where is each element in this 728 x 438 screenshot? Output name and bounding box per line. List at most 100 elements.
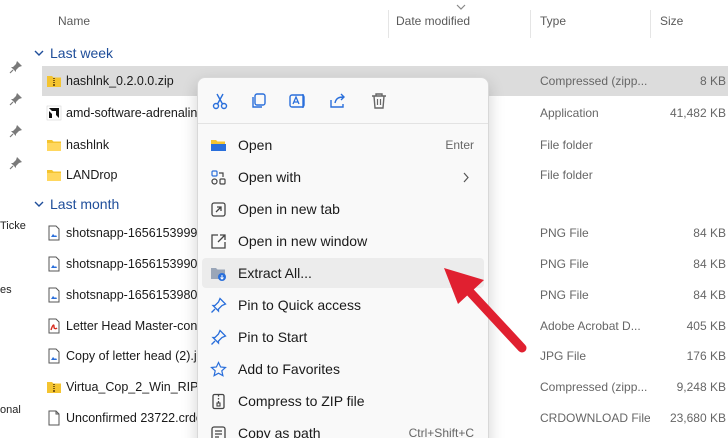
group-label: Last month (50, 196, 120, 212)
folder-icon (47, 170, 61, 181)
zip-icon (212, 393, 225, 410)
menu-item-label: Open (238, 137, 273, 153)
copy-icon[interactable] (249, 91, 269, 111)
group-header-last-month[interactable]: Last month (34, 193, 119, 215)
file-type: Compressed (zipp... (540, 74, 648, 88)
chevron-down-icon (34, 201, 44, 207)
file-type: File folder (540, 168, 593, 182)
menu-item-label: Open with (238, 169, 302, 185)
menu-item-label: Open in new tab (238, 201, 340, 217)
zip-folder-icon (47, 382, 61, 393)
zip-folder-icon (47, 76, 61, 87)
menu-item-label: Open in new window (238, 233, 368, 249)
file-type: Compressed (zipp... (540, 380, 648, 394)
file-name: shotsnapp-1656153999.9 (66, 226, 206, 240)
chevron-right-icon (463, 172, 469, 183)
menu-item-copy-path[interactable]: Copy as path Ctrl+Shift+C (202, 418, 484, 438)
pin-icon[interactable] (9, 92, 23, 106)
file-size: 84 KB (693, 257, 726, 271)
menu-item-compress-zip[interactable]: Compress to ZIP file (202, 386, 484, 416)
nav-item-label[interactable]: es (0, 284, 12, 296)
column-type[interactable]: Type (540, 14, 566, 28)
extract-icon (211, 268, 226, 281)
file-type: PNG File (540, 226, 589, 240)
new-window-icon (211, 234, 226, 249)
image-file-icon (48, 348, 60, 364)
column-size[interactable]: Size (660, 14, 683, 28)
file-name: Virtua_Cop_2_Win_RIP_E (66, 380, 206, 394)
group-header-last-week[interactable]: Last week (34, 42, 113, 64)
file-name: Copy of letter head (2).jp (66, 349, 204, 363)
column-date-modified[interactable]: Date modified (396, 14, 470, 28)
column-header: Name Date modified Type Size (32, 0, 728, 40)
column-name[interactable]: Name (58, 14, 90, 28)
pin-icon[interactable] (9, 124, 23, 138)
file-name: hashlnk_0.2.0.0.zip (66, 74, 174, 88)
file-type: Adobe Acrobat D... (540, 319, 641, 333)
amd-app-icon (46, 105, 62, 121)
menu-item-label: Extract All... (238, 265, 312, 281)
delete-icon[interactable] (369, 91, 389, 111)
folder-icon (47, 140, 61, 151)
file-name: Letter Head Master-conv (66, 319, 204, 333)
menu-item-label: Pin to Start (238, 329, 308, 345)
rename-icon[interactable] (288, 91, 308, 111)
copy-path-icon (211, 426, 226, 438)
menu-item-label: Pin to Quick access (238, 297, 361, 313)
generic-file-icon (48, 410, 60, 426)
sort-chevron-icon (456, 4, 466, 10)
pin-icon[interactable] (9, 156, 23, 170)
nav-item-label[interactable]: Ticke (0, 220, 26, 232)
file-name: Unconfirmed 23722.crdo (66, 411, 203, 425)
menu-item-open-with[interactable]: Open with (202, 162, 484, 192)
file-name: shotsnapp-1656153980.5 (66, 288, 206, 302)
annotation-arrow-icon (444, 268, 527, 353)
cut-icon[interactable] (210, 91, 230, 111)
image-file-icon (48, 256, 60, 272)
menu-item-label: Compress to ZIP file (238, 393, 365, 409)
pin-icon[interactable] (9, 60, 23, 74)
menu-item-label: Copy as path (238, 425, 321, 438)
pin-icon (211, 297, 227, 313)
image-file-icon (48, 287, 60, 303)
pdf-file-icon (48, 318, 60, 334)
file-name: LANDrop (66, 168, 118, 182)
menu-item-open[interactable]: Open Enter (202, 130, 484, 160)
context-menu-toolbar (198, 78, 488, 124)
file-type: PNG File (540, 288, 589, 302)
file-type: JPG File (540, 349, 587, 363)
menu-item-shortcut: Enter (445, 138, 474, 152)
open-folder-icon (211, 140, 226, 151)
menu-item-open-new-window[interactable]: Open in new window (202, 226, 484, 256)
file-type: PNG File (540, 257, 589, 271)
file-size: 8 KB (699, 74, 726, 88)
file-size: 84 KB (693, 288, 726, 302)
new-tab-icon (211, 202, 226, 217)
navigation-pane: Ticke es onal (0, 0, 32, 438)
file-name: hashlnk (66, 138, 110, 152)
context-menu: Open Enter Open with Open in new tab Ope… (197, 77, 489, 438)
file-size: 84 KB (693, 226, 726, 240)
file-type: CRDOWNLOAD File (540, 411, 650, 425)
star-icon (210, 361, 227, 377)
column-divider[interactable] (650, 10, 651, 38)
menu-item-label: Add to Favorites (238, 361, 340, 377)
file-type: Application (540, 106, 599, 120)
menu-item-open-new-tab[interactable]: Open in new tab (202, 194, 484, 224)
open-with-icon (211, 170, 226, 185)
file-size: 9,248 KB (676, 380, 726, 394)
pin-icon (211, 329, 227, 345)
file-size: 405 KB (686, 319, 726, 333)
menu-item-shortcut: Ctrl+Shift+C (408, 426, 474, 438)
share-icon[interactable] (328, 91, 348, 111)
column-divider[interactable] (530, 10, 531, 38)
nav-item-label[interactable]: onal (0, 404, 21, 416)
file-name: shotsnapp-1656153990.7 (66, 257, 206, 271)
group-label: Last week (50, 45, 114, 61)
file-size: 176 KB (686, 349, 726, 363)
file-name: amd-software-adrenalin (66, 106, 198, 120)
column-divider[interactable] (388, 10, 389, 38)
image-file-icon (48, 225, 60, 241)
file-size: 41,482 KB (669, 106, 726, 120)
file-size: 23,680 KB (669, 411, 726, 425)
